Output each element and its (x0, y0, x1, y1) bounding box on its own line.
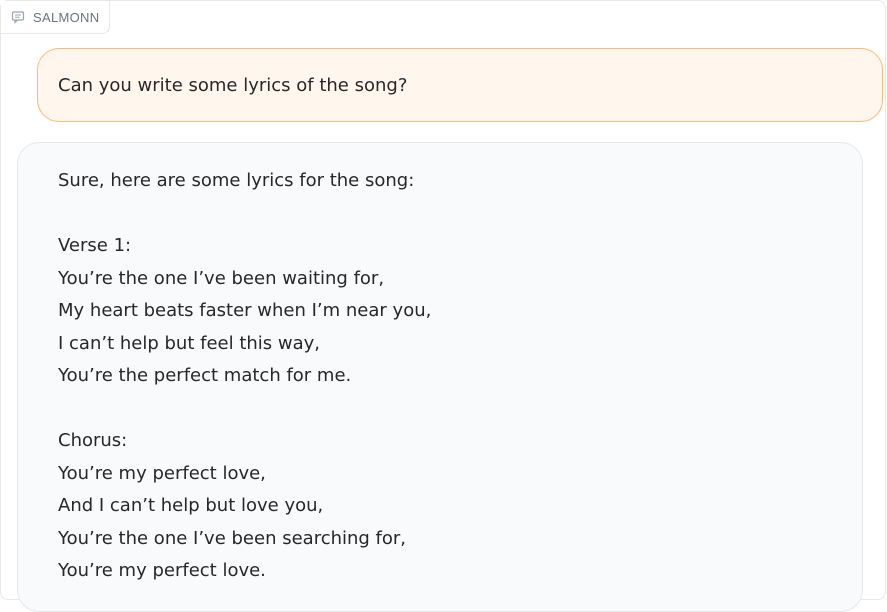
lyric-line: You’re the one I’ve been waiting for, (58, 267, 385, 289)
lyric-line: And I can’t help but love you, (58, 495, 324, 516)
chatbot-panel: SALMONN Can you write some lyrics of the… (0, 0, 886, 612)
chatbot-label-text: SALMONN (33, 9, 100, 25)
chorus-title: Chorus: (58, 430, 128, 451)
lyric-line: You’re my perfect love, (58, 462, 266, 484)
verse-title: Verse 1: (58, 235, 132, 256)
lyric-line: You’re the perfect match for me. (58, 365, 352, 386)
chat-bubble-icon (11, 10, 25, 24)
lyric-line: My heart beats faster when I’m near you, (58, 300, 432, 321)
user-message: Can you write some lyrics of the song? (37, 48, 883, 122)
bot-intro-line: Sure, here are some lyrics for the song: (58, 170, 415, 191)
chatbot-label: SALMONN (1, 1, 111, 34)
lyric-line: You’re the one I’ve been searching for, (58, 527, 407, 549)
lyric-line: You’re my perfect love. (58, 560, 266, 581)
bot-message: Sure, here are some lyrics for the song:… (17, 142, 863, 612)
user-message-text: Can you write some lyrics of the song? (58, 74, 408, 96)
lyric-line: I can’t help but feel this way, (58, 332, 321, 354)
